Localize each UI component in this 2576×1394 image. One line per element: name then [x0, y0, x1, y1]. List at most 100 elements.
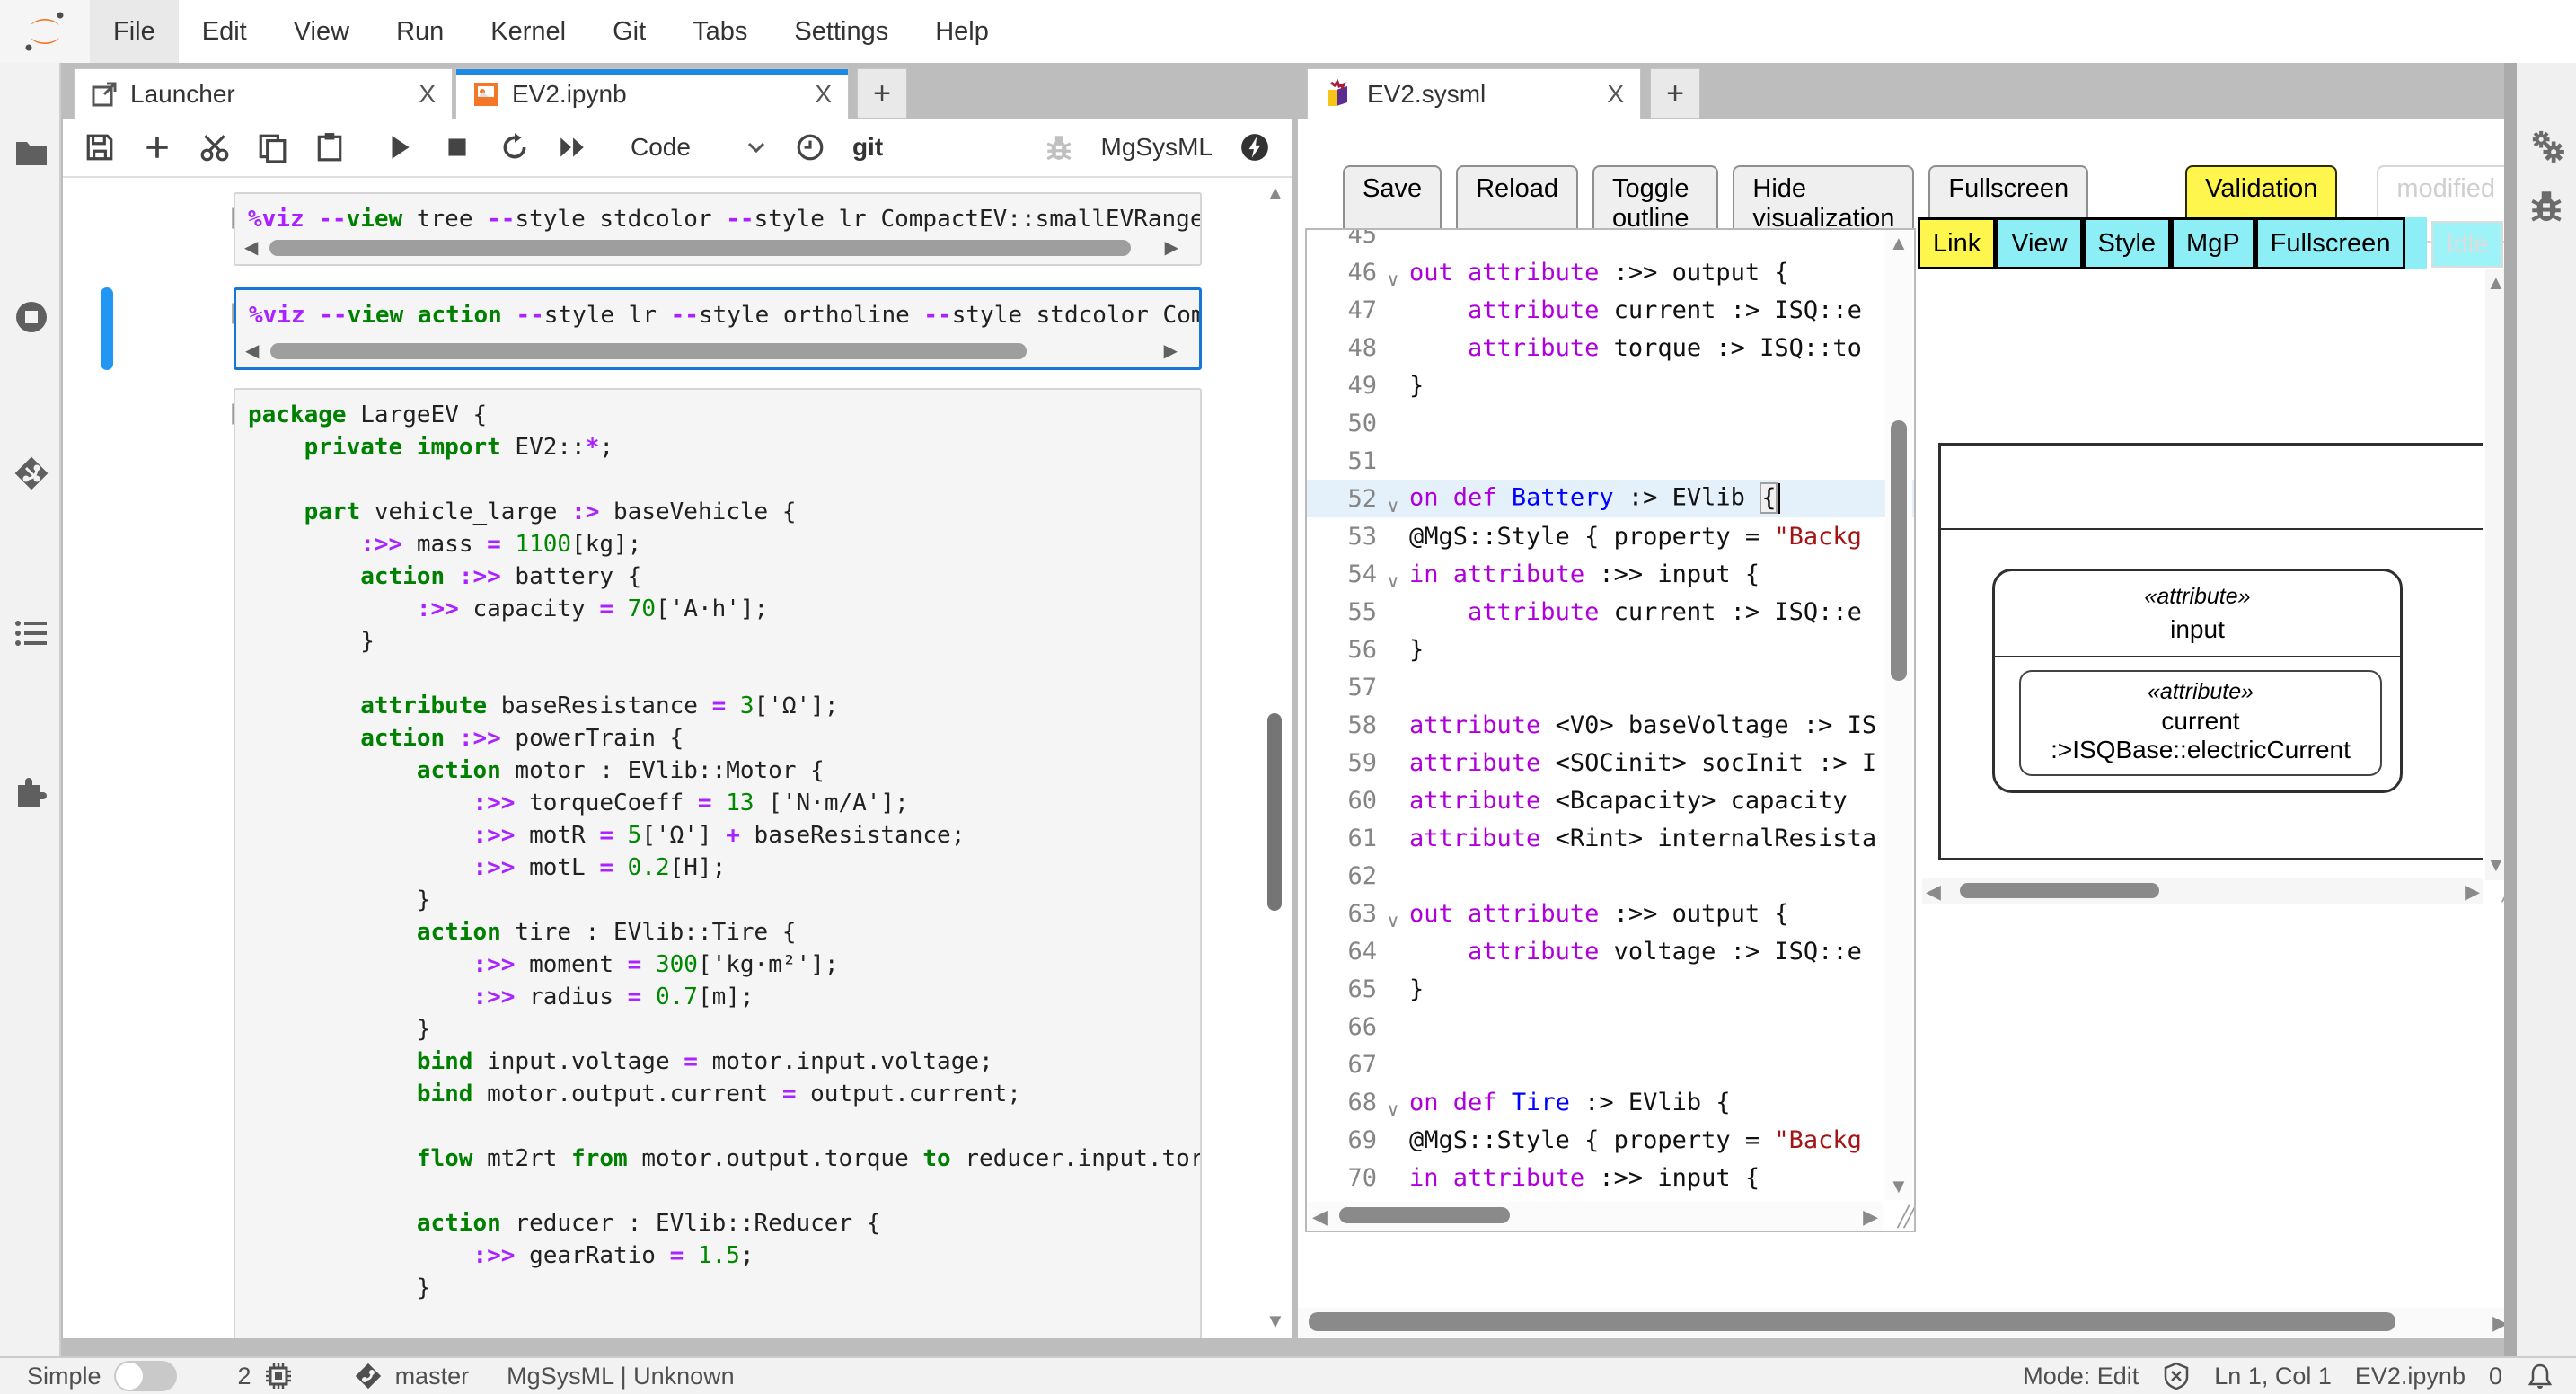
editor-line-58[interactable]: 58attribute <V0> baseVoltage :> IS: [1307, 706, 1914, 744]
editor-line-46[interactable]: 46∨out attribute :>> output {: [1307, 253, 1914, 291]
editor-line-60[interactable]: 60attribute <Bcapacity> capacity: [1307, 781, 1914, 819]
viz-style-button[interactable]: Style: [2083, 217, 2171, 269]
cell-hscrollbar[interactable]: ◀▶: [244, 239, 1191, 257]
editor-line-51[interactable]: 51: [1307, 442, 1914, 480]
fold-icon[interactable]: ∨: [1377, 269, 1409, 291]
diagram-frame[interactable]: «attribute» input «attribute» current :>…: [1938, 443, 2483, 860]
viz-canvas[interactable]: «attribute» input «attribute» current :>…: [1922, 269, 2483, 876]
restart-icon[interactable]: [499, 132, 530, 163]
resize-grip[interactable]: ╱╱: [1898, 1205, 1911, 1229]
menu-git[interactable]: Git: [589, 0, 669, 63]
git-branch-icon[interactable]: [354, 1362, 383, 1390]
menu-tabs[interactable]: Tabs: [669, 0, 771, 63]
editor-line-67[interactable]: 67: [1307, 1046, 1914, 1083]
diagram-attr-current[interactable]: «attribute» current :>ISQBase::electricC…: [2019, 670, 2382, 776]
editor-line-50[interactable]: 50: [1307, 404, 1914, 442]
editor-vscrollbar[interactable]: ▲ ▼: [1885, 230, 1912, 1200]
editor-line-65[interactable]: 65}: [1307, 970, 1914, 1008]
panel-hscrollbar[interactable]: ▶: [1298, 1308, 2515, 1337]
editor-line-63[interactable]: 63∨out attribute :>> output {: [1307, 895, 1914, 932]
cursor-position[interactable]: Ln 1, Col 1: [2214, 1363, 2332, 1390]
editor-line-70[interactable]: 70in attribute :>> input {: [1307, 1159, 1914, 1196]
scroll-up-icon[interactable]: ▲: [1266, 181, 1285, 205]
scroll-down-icon[interactable]: ▼: [1889, 1175, 1909, 1198]
clock-icon[interactable]: [795, 132, 825, 163]
editor-line-66[interactable]: 66: [1307, 1008, 1914, 1046]
cut-icon[interactable]: [199, 132, 230, 163]
bug-icon[interactable]: [1044, 132, 1074, 163]
close-icon[interactable]: X: [815, 80, 832, 109]
fold-icon[interactable]: ∨: [1377, 495, 1409, 517]
editor-line-48[interactable]: 48 attribute torque :> ISQ::to: [1307, 329, 1914, 366]
folder-icon[interactable]: [13, 135, 50, 172]
viz-mgp-button[interactable]: MgP: [2171, 217, 2255, 269]
shield-x-icon[interactable]: [2162, 1362, 2191, 1390]
scroll-up-icon[interactable]: ▲: [2486, 271, 2506, 295]
viz-fullscreen-button[interactable]: Fullscreen: [2255, 217, 2406, 269]
scroll-left-icon[interactable]: ◀: [1312, 1205, 1328, 1229]
editor-line-59[interactable]: 59attribute <SOCinit> socInit :> I: [1307, 744, 1914, 781]
scroll-left-icon[interactable]: ◀: [244, 239, 258, 257]
editor-line-53[interactable]: 53@MgS::Style { property = "Backg: [1307, 517, 1914, 555]
selected-cell-indicator[interactable]: [101, 287, 113, 370]
editor-line-57[interactable]: 57: [1307, 668, 1914, 706]
editor-line-55[interactable]: 55 attribute current :> ISQ::e: [1307, 593, 1914, 631]
viz-link-button[interactable]: Link: [1918, 217, 1996, 269]
paste-icon[interactable]: [314, 132, 345, 163]
tab-ev2-sysml[interactable]: EV2.sysml X: [1307, 68, 1641, 119]
property-inspector-icon[interactable]: [2527, 126, 2565, 163]
code-cell-3[interactable]: package LargeEV { private import EV2::*;…: [234, 388, 1202, 1338]
debugger-icon[interactable]: [2527, 187, 2565, 225]
close-icon[interactable]: X: [419, 80, 436, 109]
run-icon[interactable]: [384, 132, 415, 163]
kernel-name[interactable]: MgSysML: [1101, 133, 1213, 162]
git-icon[interactable]: [13, 454, 50, 492]
toc-icon[interactable]: [13, 614, 50, 652]
copy-icon[interactable]: [257, 132, 287, 163]
editor-line-49[interactable]: 49}: [1307, 366, 1914, 404]
simple-mode-toggle[interactable]: [114, 1361, 177, 1391]
editor-line-52[interactable]: 52∨on def Battery :> EVlib {: [1307, 480, 1914, 517]
editor-line-68[interactable]: 68∨on def Tire :> EVlib {: [1307, 1083, 1914, 1121]
scroll-down-icon[interactable]: ▼: [2486, 853, 2506, 877]
cell-type-dropdown[interactable]: Code: [631, 133, 768, 162]
fold-icon[interactable]: ∨: [1377, 1098, 1409, 1121]
fold-icon[interactable]: ∨: [1377, 910, 1409, 932]
kernel-status-text[interactable]: MgSysML | Unknown: [507, 1363, 735, 1390]
editor-line-56[interactable]: 56}: [1307, 631, 1914, 668]
cell-hscrollbar[interactable]: ◀▶: [245, 342, 1190, 360]
menu-view[interactable]: View: [270, 0, 373, 63]
editor-line-47[interactable]: 47 attribute current :> ISQ::e: [1307, 291, 1914, 329]
menu-help[interactable]: Help: [912, 0, 1012, 63]
close-icon[interactable]: X: [1607, 80, 1624, 109]
menu-kernel[interactable]: Kernel: [467, 0, 589, 63]
git-branch-name[interactable]: master: [395, 1363, 470, 1390]
scroll-down-icon[interactable]: ▼: [1266, 1310, 1285, 1333]
diagram-node-input[interactable]: «attribute» input «attribute» current :>…: [1992, 569, 2403, 793]
fast-forward-icon[interactable]: [557, 132, 587, 163]
notification-count[interactable]: 0: [2489, 1363, 2502, 1390]
scroll-left-icon[interactable]: ◀: [245, 342, 259, 360]
scroll-up-icon[interactable]: ▲: [1889, 232, 1909, 255]
menu-file[interactable]: File: [90, 0, 179, 63]
editor-line-54[interactable]: 54∨in attribute :>> input {: [1307, 555, 1914, 593]
notebook-vscrollbar[interactable]: ▲ ▼: [1263, 181, 1286, 1333]
scroll-right-icon[interactable]: ▶: [1165, 239, 1178, 257]
menu-edit[interactable]: Edit: [179, 0, 270, 63]
tab-launcher[interactable]: Launcher X: [74, 68, 453, 119]
scroll-left-icon[interactable]: ◀: [1926, 880, 1941, 904]
viz-view-button[interactable]: View: [1996, 217, 2082, 269]
extensions-icon[interactable]: [13, 772, 50, 810]
code-cell-1[interactable]: %viz --view tree --style stdcolor --styl…: [234, 192, 1202, 266]
tab-ev2-ipynb[interactable]: EV2.ipynb X: [455, 68, 849, 119]
menu-settings[interactable]: Settings: [771, 0, 912, 63]
code-cell-2[interactable]: %viz --view action --style lr --style or…: [234, 287, 1202, 370]
scroll-right-icon[interactable]: ▶: [1863, 1205, 1878, 1229]
editor-mode[interactable]: Mode: Edit: [2023, 1363, 2139, 1390]
scroll-right-icon[interactable]: ▶: [2465, 880, 2480, 904]
editor-line-62[interactable]: 62: [1307, 857, 1914, 895]
stop-icon[interactable]: [442, 132, 472, 163]
kernel-count[interactable]: 2: [238, 1363, 251, 1390]
editor-line-64[interactable]: 64 attribute voltage :> ISQ::e: [1307, 932, 1914, 970]
scroll-right-icon[interactable]: ▶: [1164, 342, 1178, 360]
